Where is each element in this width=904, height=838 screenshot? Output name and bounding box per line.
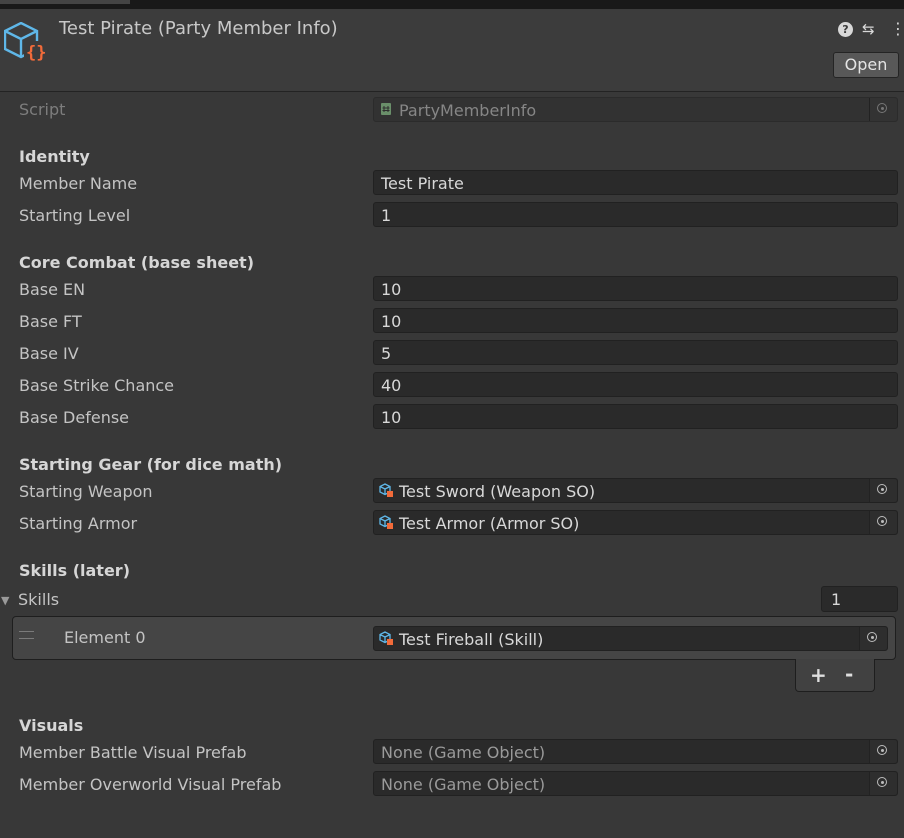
base-iv-label: Base IV	[19, 344, 79, 363]
starting-weapon-field[interactable]: Test Sword (Weapon SO)	[373, 478, 898, 503]
base-ft-label: Base FT	[19, 312, 82, 331]
skills-list-label[interactable]: Skills	[18, 590, 59, 609]
scriptable-object-icon	[379, 515, 393, 529]
kebab-menu-icon[interactable]: ⋮	[890, 19, 904, 38]
add-element-button[interactable]: +	[810, 663, 827, 687]
base-strike-chance-value: 40	[381, 376, 402, 395]
core-combat-header: Core Combat (base sheet)	[19, 253, 255, 272]
starting-weapon-label: Starting Weapon	[19, 482, 153, 501]
base-strike-chance-label: Base Strike Chance	[19, 376, 175, 395]
starting-level-value: 1	[381, 206, 392, 225]
help-icon[interactable]: ?	[838, 22, 853, 37]
starting-gear-header: Starting Gear (for dice math)	[19, 455, 283, 474]
object-picker-icon[interactable]	[869, 772, 897, 795]
starting-level-field[interactable]: 1	[373, 202, 898, 227]
base-defense-field[interactable]: 10	[373, 404, 898, 429]
base-en-value: 10	[381, 280, 402, 299]
starting-weapon-value: Test Sword (Weapon SO)	[399, 482, 596, 501]
base-defense-value: 10	[381, 408, 402, 427]
open-button[interactable]: Open	[833, 52, 899, 78]
script-value: PartyMemberInfo	[399, 101, 537, 120]
starting-armor-label: Starting Armor	[19, 514, 138, 533]
overworld-visual-label: Member Overworld Visual Prefab	[19, 775, 282, 794]
inspector-title: Test Pirate (Party Member Info)	[59, 18, 338, 39]
object-picker-icon	[869, 98, 897, 121]
battle-visual-value: None (Game Object)	[381, 743, 546, 762]
overworld-visual-value: None (Game Object)	[381, 775, 546, 794]
remove-element-button[interactable]: -	[845, 662, 853, 686]
member-name-label: Member Name	[19, 174, 138, 193]
preset-icon[interactable]: ⇆	[862, 20, 875, 38]
member-name-value: Test Pirate	[381, 174, 464, 193]
base-ft-field[interactable]: 10	[373, 308, 898, 333]
battle-visual-field[interactable]: None (Game Object)	[373, 739, 898, 764]
starting-armor-value: Test Armor (Armor SO)	[399, 514, 580, 533]
scriptable-object-icon: {}	[4, 22, 46, 63]
base-en-label: Base EN	[19, 280, 86, 299]
list-footer: + -	[795, 659, 875, 692]
object-picker-icon[interactable]	[869, 511, 897, 534]
script-file-icon	[381, 103, 391, 115]
battle-visual-label: Member Battle Visual Prefab	[19, 743, 247, 762]
element-0-label: Element 0	[64, 628, 146, 647]
foldout-arrow-icon[interactable]: ▼	[1, 594, 9, 607]
base-defense-label: Base Defense	[19, 408, 130, 427]
element-0-value: Test Fireball (Skill)	[399, 630, 544, 649]
script-label: Script	[19, 100, 66, 119]
skills-header: Skills (later)	[19, 561, 131, 580]
base-en-field[interactable]: 10	[373, 276, 898, 301]
object-picker-icon[interactable]	[869, 740, 897, 763]
starting-level-label: Starting Level	[19, 206, 131, 225]
starting-armor-field[interactable]: Test Armor (Armor SO)	[373, 510, 898, 535]
identity-header: Identity	[19, 147, 90, 166]
drag-handle-icon[interactable]	[19, 631, 34, 639]
skills-count-value: 1	[831, 590, 842, 609]
member-name-field[interactable]: Test Pirate	[373, 170, 898, 195]
skills-count-field[interactable]: 1	[821, 586, 898, 612]
scriptable-object-icon	[379, 631, 393, 645]
script-field: PartyMemberInfo	[373, 97, 898, 122]
base-iv-value: 5	[381, 344, 392, 363]
base-strike-chance-field[interactable]: 40	[373, 372, 898, 397]
overworld-visual-field[interactable]: None (Game Object)	[373, 771, 898, 796]
editor-tab-strip	[0, 0, 904, 9]
base-ft-value: 10	[381, 312, 402, 331]
element-0-field[interactable]: Test Fireball (Skill)	[373, 626, 888, 651]
object-picker-icon[interactable]	[869, 479, 897, 502]
object-picker-icon[interactable]	[859, 627, 887, 650]
scriptable-object-icon	[379, 483, 393, 497]
base-iv-field[interactable]: 5	[373, 340, 898, 365]
visuals-header: Visuals	[19, 716, 84, 735]
inspector-tab[interactable]	[0, 0, 130, 4]
svg-text:{}: {}	[26, 43, 46, 63]
